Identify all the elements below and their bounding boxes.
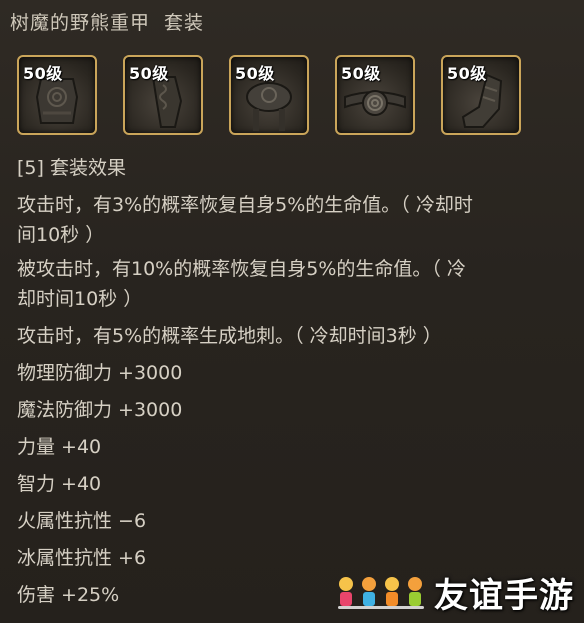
kids-logo-icon [338, 576, 424, 609]
effect-1-line-a: 攻击时，有3%的概率恢复自身5%的生命值。（ 冷却时 [17, 194, 473, 216]
slot-level: 50级 [235, 64, 275, 83]
set-title: 树魔的野熊重甲 套装 [10, 8, 204, 35]
set-bonus-header: [5] 套装效果 [17, 157, 126, 179]
effect-2-line-b: 却时间10秒 ） [17, 288, 143, 310]
equipment-slot-chest[interactable]: 50级 [17, 55, 97, 135]
slot-level: 50级 [341, 64, 381, 83]
watermark: 友谊手游 [334, 568, 574, 617]
equipment-slots: 50级 50级 50级 50级 50级 [17, 55, 521, 135]
slot-level: 50级 [23, 64, 63, 83]
set-suffix: 套装 [164, 12, 205, 34]
slot-level: 50级 [447, 64, 487, 83]
equipment-slot-belt[interactable]: 50级 [335, 55, 415, 135]
effect-3: 攻击时，有5%的概率生成地刺。（ 冷却时间3秒 ） [17, 325, 442, 347]
equipment-slot-legs[interactable]: 50级 [123, 55, 203, 135]
equipment-slot-boots[interactable]: 50级 [441, 55, 521, 135]
set-effects-list: [5] 套装效果 攻击时，有3%的概率恢复自身5%的生命值。（ 冷却时 间10秒… [17, 150, 570, 614]
effect-2-line-a: 被攻击时，有10%的概率恢复自身5%的生命值。（ 冷 [17, 258, 466, 280]
effect-1-line-b: 间10秒 ） [17, 224, 105, 246]
equipment-slot-shoulder[interactable]: 50级 [229, 55, 309, 135]
stat-physical-defense: 物理防御力 +3000 [17, 362, 183, 384]
stat-fire-resistance: 火属性抗性 −6 [17, 510, 147, 532]
stat-strength: 力量 +40 [17, 436, 102, 458]
set-tooltip-panel: 树魔的野熊重甲 套装 50级 50级 50级 50级 50级 [5] 套装效果 … [0, 0, 584, 623]
set-name: 树魔的野熊重甲 [10, 12, 151, 34]
stat-intelligence: 智力 +40 [17, 473, 102, 495]
watermark-text: 友谊手游 [434, 576, 574, 616]
slot-level: 50级 [129, 64, 169, 83]
stat-magic-defense: 魔法防御力 +3000 [17, 399, 183, 421]
